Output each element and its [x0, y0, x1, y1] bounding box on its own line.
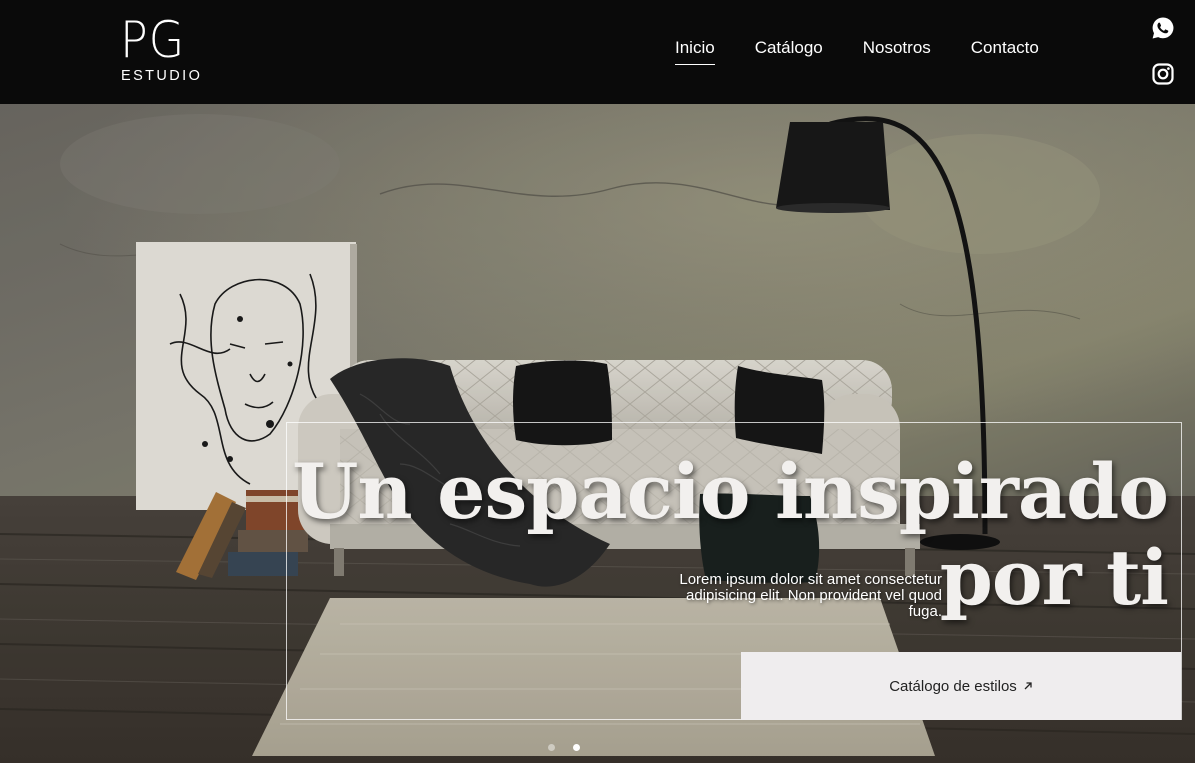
whatsapp-icon[interactable] — [1151, 16, 1175, 40]
slider-dots — [548, 744, 580, 751]
catalog-cta-button[interactable]: Catálogo de estilos — [741, 652, 1181, 720]
nav-link-nosotros[interactable]: Nosotros — [863, 38, 931, 65]
site-header: PG ESTUDIO Inicio Catálogo Nosotros Cont… — [0, 0, 1195, 104]
hero-headline-line1: Un espacio inspirado — [292, 447, 1169, 536]
hero-banner: Un espacio inspirado por ti Lorem ipsum … — [0, 104, 1195, 763]
brand-logo[interactable]: PG ESTUDIO — [120, 14, 202, 84]
hero-headline-line2: por ti — [939, 533, 1169, 622]
hero-lead-line3: fuga. — [908, 603, 942, 620]
slider-dot-active[interactable] — [573, 744, 580, 751]
hero-lead-line2: adipisicing elit. Non provident vel quod — [686, 587, 942, 604]
main-nav: Inicio Catálogo Nosotros Contacto — [675, 38, 1079, 65]
slider-dot[interactable] — [548, 744, 555, 751]
brand-subtitle: ESTUDIO — [121, 68, 203, 84]
nav-link-inicio[interactable]: Inicio — [675, 38, 715, 65]
social-links — [1151, 16, 1175, 108]
cta-label: Catálogo de estilos — [889, 677, 1017, 695]
brand-mark: PG — [120, 11, 186, 69]
nav-link-catalogo[interactable]: Catálogo — [755, 38, 823, 65]
hero-lead-line1: Lorem ipsum dolor sit amet consectetur — [679, 571, 942, 588]
hero-lead-text: Lorem ipsum dolor sit amet consectetur a… — [600, 572, 942, 620]
nav-link-contacto[interactable]: Contacto — [971, 38, 1039, 65]
instagram-icon[interactable] — [1151, 62, 1175, 86]
arrow-up-right-icon — [1024, 682, 1032, 690]
